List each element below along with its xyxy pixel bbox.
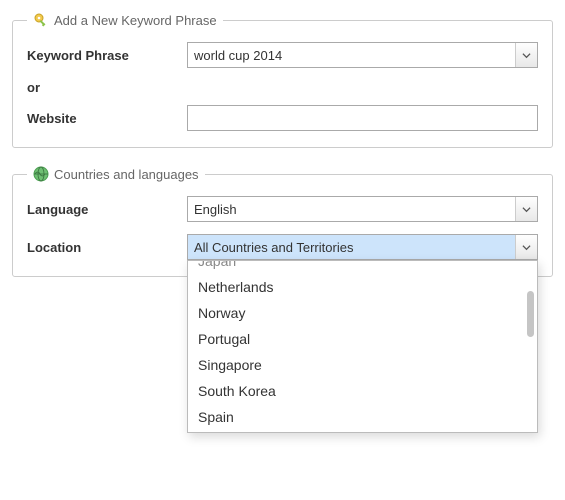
- keyword-phrase-label: Keyword Phrase: [27, 48, 187, 63]
- globe-icon: [33, 166, 49, 182]
- keyword-phrase-fieldset: Add a New Keyword Phrase Keyword Phrase …: [12, 12, 553, 148]
- key-icon: [33, 12, 49, 28]
- or-label: or: [27, 80, 538, 95]
- location-combo[interactable]: JapanNetherlandsNorwayPortugalSingaporeS…: [187, 234, 538, 260]
- language-dropdown-arrow[interactable]: [515, 197, 537, 221]
- keyword-phrase-combo[interactable]: [187, 42, 538, 68]
- keyword-phrase-legend: Add a New Keyword Phrase: [27, 12, 223, 28]
- location-label: Location: [27, 240, 187, 255]
- language-combo[interactable]: [187, 196, 538, 222]
- language-row: Language: [27, 196, 538, 222]
- location-option[interactable]: Japan: [188, 260, 537, 274]
- chevron-down-icon: [522, 51, 531, 60]
- location-dropdown-arrow[interactable]: [515, 235, 537, 259]
- location-option[interactable]: Norway: [188, 300, 537, 326]
- website-label: Website: [27, 111, 187, 126]
- location-input[interactable]: [187, 234, 538, 260]
- website-row: Website: [27, 105, 538, 131]
- location-option[interactable]: South Korea: [188, 378, 537, 404]
- location-option[interactable]: Spain: [188, 404, 537, 430]
- keyword-phrase-dropdown-arrow[interactable]: [515, 43, 537, 67]
- countries-languages-legend: Countries and languages: [27, 166, 205, 182]
- chevron-down-icon: [522, 205, 531, 214]
- website-input[interactable]: [187, 105, 538, 131]
- dropdown-scrollbar[interactable]: [527, 291, 534, 337]
- location-option[interactable]: Singapore: [188, 352, 537, 378]
- chevron-down-icon: [522, 243, 531, 252]
- countries-legend-text: Countries and languages: [54, 167, 199, 182]
- location-option[interactable]: Netherlands: [188, 274, 537, 300]
- language-label: Language: [27, 202, 187, 217]
- location-row: Location JapanNetherlandsNorwayPortugalS…: [27, 234, 538, 260]
- keyword-legend-text: Add a New Keyword Phrase: [54, 13, 217, 28]
- location-dropdown-list[interactable]: JapanNetherlandsNorwayPortugalSingaporeS…: [187, 260, 538, 433]
- keyword-phrase-input[interactable]: [187, 42, 538, 68]
- location-option[interactable]: Portugal: [188, 326, 537, 352]
- countries-languages-fieldset: Countries and languages Language Locatio…: [12, 166, 553, 277]
- keyword-phrase-row: Keyword Phrase: [27, 42, 538, 68]
- language-input[interactable]: [187, 196, 538, 222]
